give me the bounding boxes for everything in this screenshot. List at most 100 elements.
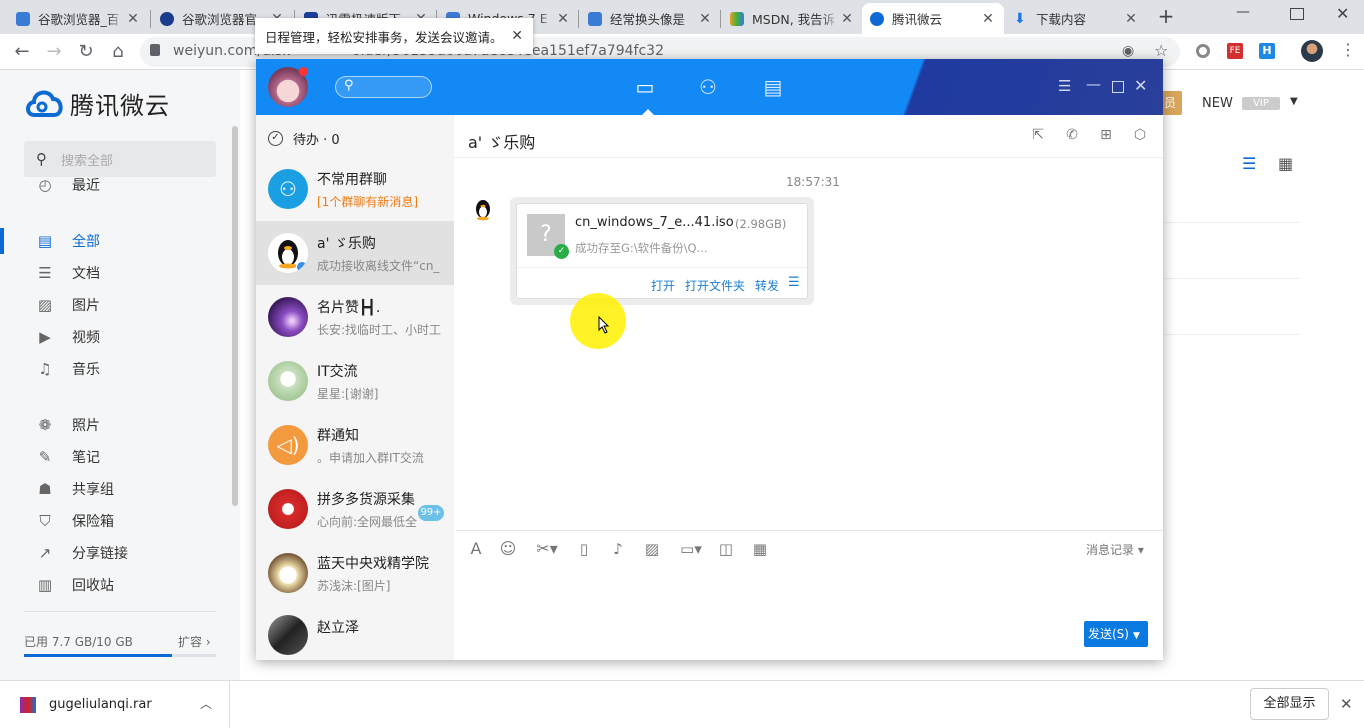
fe-extension-icon[interactable]: FE: [1227, 43, 1243, 59]
sidebar-scrollbar[interactable]: [232, 126, 238, 506]
folder-icon[interactable]: ▭▾: [676, 539, 706, 559]
nav-all[interactable]: ▤ 全部: [0, 225, 232, 257]
open-file-link[interactable]: 打开: [651, 277, 675, 294]
scissors-icon[interactable]: ✂▾: [532, 539, 562, 559]
extension-circle-icon[interactable]: [1196, 44, 1210, 58]
star-icon[interactable]: ☆: [1154, 41, 1168, 60]
music-icon: ♫: [38, 360, 52, 378]
conversation-item[interactable]: 名片赞┣┫. 长安:找临时工、小时工: [256, 285, 454, 349]
chevron-up-icon[interactable]: ︿: [200, 695, 212, 712]
grid-view-icon[interactable]: ▦: [1278, 154, 1293, 173]
tab-6[interactable]: 腾讯微云 ✕: [862, 3, 1004, 34]
list-view-icon[interactable]: ☰: [1242, 154, 1256, 173]
rar-file-icon: [20, 697, 36, 713]
message-history-button[interactable]: 消息记录 ▾: [1086, 541, 1144, 558]
conversation-name: IT交流: [317, 363, 358, 380]
conversation-item[interactable]: IT交流 星星:[谢谢]: [256, 349, 454, 413]
tab-5[interactable]: MSDN, 我告诉 ✕: [722, 3, 863, 34]
nav-recycle-bin[interactable]: ▥ 回收站: [0, 569, 232, 601]
conversation-item[interactable]: 蓝天中央戏精学院 苏浅沫:[图片]: [256, 541, 454, 605]
contacts-tab-icon[interactable]: ⚇: [693, 75, 723, 99]
tab-7[interactable]: ⬇ 下载内容 ✕: [1006, 3, 1147, 34]
conversation-name: 蓝天中央戏精学院: [317, 555, 429, 572]
reload-icon[interactable]: ↻: [74, 40, 98, 64]
todo-header[interactable]: ✓ 待办 · 0: [268, 129, 340, 148]
nav-videos[interactable]: ▶ 视频: [0, 321, 232, 353]
restore-icon[interactable]: [1290, 8, 1304, 20]
nav-safe[interactable]: ⛉ 保险箱: [0, 505, 232, 537]
nav-label: 最近: [72, 178, 100, 194]
settings-hex-icon[interactable]: ⬡: [1130, 125, 1150, 145]
nav-photos[interactable]: ❁ 照片: [0, 409, 232, 441]
shake-icon[interactable]: ▯: [574, 539, 594, 559]
dark-avatar: [268, 615, 308, 655]
forward-icon[interactable]: →: [42, 40, 66, 64]
messages-tab-icon[interactable]: ▭: [630, 75, 660, 99]
tooltip-popup: 日程管理，轻松安排事务，发送会议邀请。 ✕: [255, 18, 533, 54]
home-icon[interactable]: ⌂: [106, 40, 130, 64]
close-icon[interactable]: ✕: [1340, 695, 1353, 713]
h-extension-icon[interactable]: H: [1259, 43, 1275, 59]
nav-notes[interactable]: ✎ 笔记: [0, 441, 232, 473]
calendar-icon[interactable]: ▦: [750, 539, 770, 559]
file-card[interactable]: ? ✓ cn_windows_7_e...41.iso (2.98GB) 成功存…: [516, 203, 808, 299]
nav-recent[interactable]: ◴ 最近: [0, 169, 232, 201]
file-card-divider: [517, 267, 807, 268]
nav-label: 保险箱: [72, 514, 114, 530]
phone-icon[interactable]: ✆: [1062, 125, 1082, 145]
close-icon[interactable]: ✕: [125, 11, 141, 27]
space-tab-icon[interactable]: ▤: [758, 75, 788, 99]
nav-music[interactable]: ♫ 音乐: [0, 353, 232, 385]
new-tab-button[interactable]: +: [1156, 6, 1176, 26]
close-icon[interactable]: ✕: [839, 11, 855, 27]
close-icon[interactable]: ✕: [1123, 11, 1139, 27]
sender-avatar[interactable]: [472, 197, 494, 221]
emoji-icon[interactable]: ☺: [498, 539, 518, 559]
open-folder-link[interactable]: 打开文件夹: [685, 277, 745, 294]
show-all-button[interactable]: 全部显示: [1250, 688, 1329, 720]
tab-0[interactable]: 谷歌浏览器_百 ✕: [8, 3, 149, 34]
conversation-item[interactable]: ◁) 群通知 。申请加入群IT交流: [256, 413, 454, 477]
conversation-item[interactable]: ⚇ 不常用群聊 [1个群聊有新消息]: [256, 157, 454, 221]
send-button[interactable]: 发送(S) ▼: [1084, 621, 1148, 647]
qq-search-input[interactable]: ⚲: [335, 76, 432, 98]
close-icon[interactable]: ✕: [511, 28, 523, 44]
close-icon[interactable]: ✕: [697, 11, 713, 27]
gift-icon[interactable]: ◫: [716, 539, 736, 559]
more-menu-icon[interactable]: ☰: [788, 275, 800, 290]
font-icon[interactable]: A: [466, 539, 486, 559]
image-icon[interactable]: ▨: [642, 539, 662, 559]
maximize-icon[interactable]: [1112, 81, 1124, 93]
nav-docs[interactable]: ☰ 文档: [0, 257, 232, 289]
nav-share-links[interactable]: ↗ 分享链接: [0, 537, 232, 569]
expand-link[interactable]: 扩容 ›: [178, 633, 211, 650]
profile-avatar[interactable]: [1301, 40, 1323, 62]
download-item[interactable]: gugeliulanqi.rar ︿: [0, 681, 230, 728]
nav-images[interactable]: ▨ 图片: [0, 289, 232, 321]
screen-share-icon[interactable]: ⇱: [1028, 125, 1048, 145]
menu-icon[interactable]: ☰: [1058, 77, 1071, 95]
conversation-item[interactable]: 拼多多货源采集 心向前:全网最低全 99+: [256, 477, 454, 541]
popup-text: 日程管理，轻松安排事务，发送会议邀请。: [265, 29, 503, 45]
nav-shared-groups[interactable]: ☗ 共享组: [0, 473, 232, 505]
close-icon[interactable]: ✕: [1134, 76, 1147, 95]
translate-icon[interactable]: ◉: [1122, 43, 1134, 59]
back-icon[interactable]: ←: [10, 40, 34, 64]
close-icon[interactable]: ✕: [555, 11, 571, 27]
show-all-label: 全部显示: [1263, 696, 1316, 711]
dropdown-caret-icon[interactable]: ▼: [1290, 96, 1298, 107]
forward-link[interactable]: 转发: [755, 277, 779, 294]
microphone-icon[interactable]: ♪: [608, 539, 628, 559]
file-status: 成功存至G:\软件备份\Q...: [575, 241, 708, 255]
conversation-item[interactable]: a' ゞ乐购 成功接收离线文件“cn_: [256, 221, 454, 285]
dropdown-caret-icon[interactable]: ▼: [1133, 631, 1140, 641]
close-window-icon[interactable]: ✕: [1336, 4, 1349, 23]
minimize-icon[interactable]: —: [1086, 75, 1101, 93]
close-icon[interactable]: ✕: [980, 11, 996, 27]
weiyun-logo[interactable]: 腾讯微云: [24, 85, 170, 121]
minimize-icon[interactable]: —: [1236, 4, 1256, 20]
add-member-icon[interactable]: ⊞: [1096, 125, 1116, 145]
conversation-item[interactable]: 赵立泽: [256, 605, 454, 660]
menu-dots-icon[interactable]: ⋮: [1340, 42, 1356, 58]
tab-4[interactable]: 经常换头像是 ✕: [580, 3, 721, 34]
